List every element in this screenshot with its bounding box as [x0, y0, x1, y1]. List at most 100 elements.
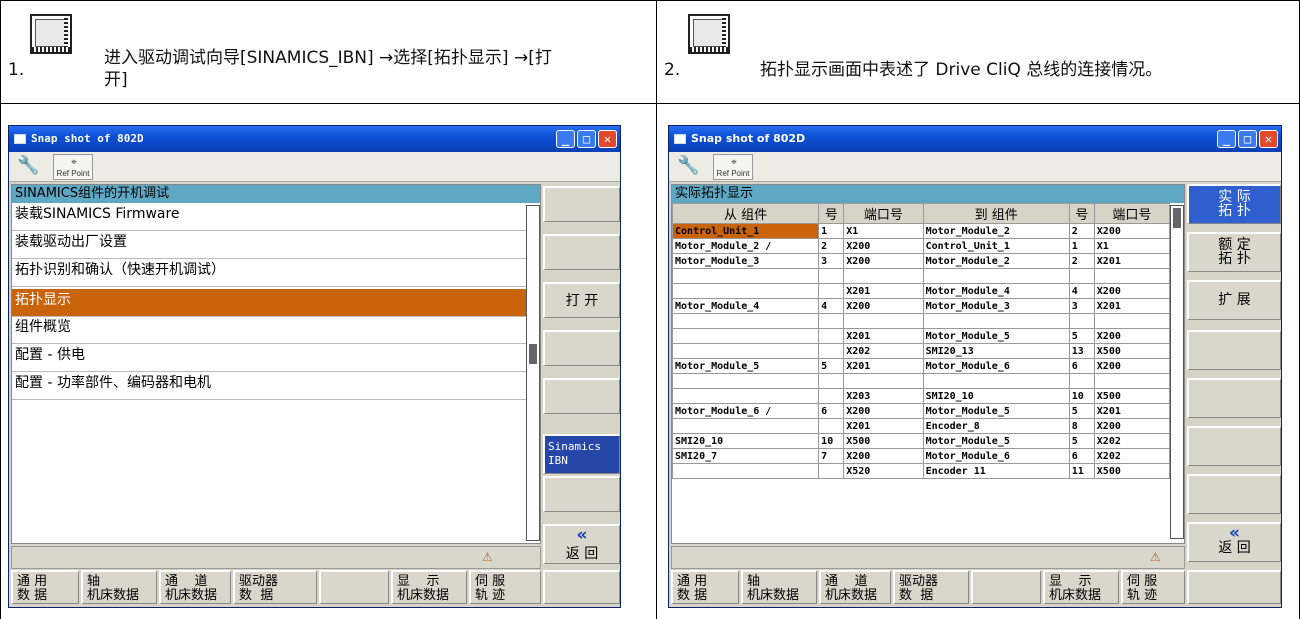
table-row[interactable]: [671, 313, 1171, 329]
ref-point-button[interactable]: ⌖ Ref Point: [53, 154, 93, 180]
hsoftkey-empty[interactable]: [1187, 570, 1281, 604]
table-cell: 3: [818, 253, 845, 269]
table-cell: [671, 373, 820, 389]
column-header[interactable]: 号: [818, 203, 845, 224]
sinamics-ibn-button[interactable]: Sinamics IBN: [543, 434, 620, 474]
list-item[interactable]: 配置 - 功率部件、编码器和电机: [12, 372, 540, 400]
table-row[interactable]: [671, 373, 1171, 389]
table-cell: [671, 343, 820, 359]
wrench-icon[interactable]: 🔧: [17, 157, 43, 175]
hsoftkey-channel-md[interactable]: 通 道 机床数据: [159, 570, 231, 604]
close-button[interactable]: ✕: [598, 130, 617, 148]
table-cell: 8: [1068, 418, 1095, 434]
table-row[interactable]: SMI20_7 7 X200 Motor_Module_6 6 X202: [671, 448, 1171, 464]
table-cell: 4: [1068, 283, 1095, 299]
ref-point-button[interactable]: ⌖ Ref Point: [713, 154, 753, 180]
panel-title: 实际拓扑显示: [672, 185, 1184, 203]
softkey-5[interactable]: [1187, 378, 1281, 418]
rated-topology-button[interactable]: 额 定拓 扑: [1187, 232, 1281, 272]
column-header[interactable]: 从 组件: [671, 203, 820, 224]
softkey-1[interactable]: [543, 186, 620, 222]
list-item[interactable]: 装载SINAMICS Firmware: [12, 203, 540, 231]
hsoftkey-drive-data[interactable]: 驱动器 数 据: [893, 570, 969, 604]
list-item[interactable]: 拓扑识别和确认（快速开机调试）: [12, 259, 540, 287]
table-row[interactable]: X201 Motor_Module_4 4 X200: [671, 283, 1171, 299]
hsoftkey-servo-trace[interactable]: 伺 服 轨 迹: [1121, 570, 1185, 604]
vertical-scrollbar[interactable]: [1170, 205, 1184, 539]
softkey-7[interactable]: [543, 476, 620, 512]
hsoftkey-general-data[interactable]: 通 用 数 据: [671, 570, 739, 604]
column-divider: [656, 0, 657, 619]
hsoftkey-drive-data[interactable]: 驱动器 数 据: [233, 570, 317, 604]
softkey-2[interactable]: [543, 234, 620, 270]
softkey-6[interactable]: [1187, 426, 1281, 466]
hsoftkey-empty[interactable]: [319, 570, 389, 604]
table-cell: SMI20_10: [922, 388, 1070, 404]
table-row[interactable]: X201 Encoder_8 8 X200: [671, 418, 1171, 434]
table-cell: [671, 268, 820, 284]
softkey-4[interactable]: [543, 330, 620, 366]
softkey-5[interactable]: [543, 378, 620, 414]
expand-button[interactable]: 扩 展: [1187, 280, 1281, 320]
table-cell: [818, 418, 845, 434]
open-button[interactable]: 打 开: [543, 282, 620, 318]
hsoftkey-empty[interactable]: [971, 570, 1041, 604]
maximize-button[interactable]: □: [1238, 130, 1257, 148]
column-header[interactable]: 端口号: [1093, 203, 1171, 224]
list-item[interactable]: 装载驱动出厂设置: [12, 231, 540, 259]
list-item[interactable]: 配置 - 供电: [12, 344, 540, 372]
table-cell: [818, 313, 845, 329]
table-cell: Encoder_8: [922, 418, 1070, 434]
table-row[interactable]: Motor_Module_3 3 X200 Motor_Module_2 2 X201: [671, 253, 1171, 269]
table-row[interactable]: Motor_Module_4 4 X200 Motor_Module_3 3 X201: [671, 298, 1171, 314]
table-row[interactable]: X201 Motor_Module_5 5 X200: [671, 328, 1171, 344]
scroll-thumb[interactable]: [529, 344, 537, 364]
wrench-icon[interactable]: 🔧: [677, 157, 703, 175]
table-row[interactable]: Control_Unit_1 1 X1 Motor_Module_2 2 X200: [671, 223, 1171, 239]
table-cell: 13: [1068, 343, 1095, 359]
table-row[interactable]: Motor_Module_6 /6 X200 Motor_Module_5 5 X201: [671, 403, 1171, 419]
table-cell: X200: [843, 298, 924, 314]
table-row[interactable]: Motor_Module_5 5 X201 Motor_Module_6 6 X200: [671, 358, 1171, 374]
table-row[interactable]: X203 SMI20_10 10 X500: [671, 388, 1171, 404]
window-icon: [674, 134, 686, 144]
back-button[interactable]: «返 回: [1187, 522, 1281, 562]
scroll-thumb[interactable]: [1173, 208, 1181, 228]
hsoftkey-general-data[interactable]: 通 用 数 据: [11, 570, 79, 604]
softkey-7[interactable]: [1187, 474, 1281, 514]
list-item-selected[interactable]: 拓扑显示: [12, 289, 540, 317]
actual-topology-button[interactable]: 实 际拓 扑: [1187, 184, 1281, 224]
maximize-button[interactable]: □: [577, 130, 596, 148]
table-row[interactable]: Motor_Module_2 /2 X200 Control_Unit_1 1 X1: [671, 238, 1171, 254]
table-row[interactable]: SMI20_10 10 X500 Motor_Module_5 5 X202: [671, 433, 1171, 449]
close-button[interactable]: ✕: [1259, 130, 1278, 148]
column-header[interactable]: 号: [1068, 203, 1095, 224]
hsoftkey-display-md[interactable]: 显 示 机床数据: [1043, 570, 1119, 604]
softkey-4[interactable]: [1187, 330, 1281, 370]
list-item[interactable]: 组件概览: [12, 316, 540, 344]
hsoftkey-empty[interactable]: [543, 570, 620, 604]
titlebar[interactable]: Snap shot of 802D _ □ ✕: [9, 126, 620, 152]
back-label: 返 回: [1218, 540, 1251, 556]
minimize-button[interactable]: _: [1217, 130, 1236, 148]
table-cell: [843, 373, 924, 389]
hsoftkey-channel-md[interactable]: 通 道 机床数据: [819, 570, 891, 604]
hsoftkey-display-md[interactable]: 显 示 机床数据: [391, 570, 467, 604]
column-header[interactable]: 到 组件: [922, 203, 1070, 224]
back-button[interactable]: «返 回: [543, 524, 620, 564]
titlebar[interactable]: Snap shot of 802D _ □ ✕: [669, 126, 1281, 152]
column-header[interactable]: 端口号: [843, 203, 924, 224]
table-row[interactable]: X202 SMI20_13 13 X500: [671, 343, 1171, 359]
table-cell: 5: [818, 358, 845, 374]
vertical-scrollbar[interactable]: [526, 205, 540, 541]
hsoftkey-axis-md[interactable]: 轴 机床数据: [741, 570, 817, 604]
table-cell: Control_Unit_1: [671, 223, 820, 239]
hsoftkey-servo-trace[interactable]: 伺 服 轨 迹: [469, 570, 541, 604]
window-802d-left: Snap shot of 802D _ □ ✕ 🔧 ⌖ Ref Point SIN…: [8, 125, 621, 608]
hsoftkey-axis-md[interactable]: 轴 机床数据: [81, 570, 157, 604]
minimize-button[interactable]: _: [556, 130, 575, 148]
status-bar: ⚠: [11, 546, 541, 569]
table-row[interactable]: X520 Encoder 11 11 X500: [671, 463, 1171, 479]
table-row[interactable]: [671, 268, 1171, 284]
table-cell: [818, 373, 845, 389]
